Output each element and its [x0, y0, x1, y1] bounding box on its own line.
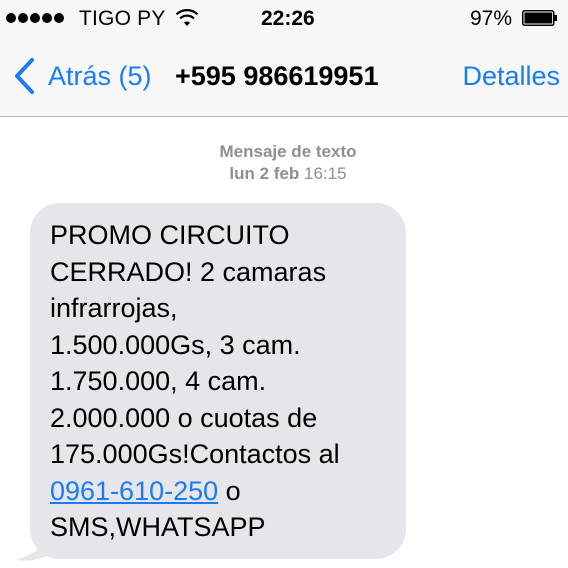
message-line: o: [218, 475, 241, 506]
message-date: lun 2 feb: [229, 164, 300, 183]
messages-screen: TIGO PY 22:26 97% Atrás (5) +595 9866199…: [0, 0, 568, 568]
message-type-label: Mensaje de texto: [219, 142, 357, 161]
message-line: 175.000Gs!Contactos al: [50, 439, 340, 469]
status-time: 22:26: [261, 7, 315, 30]
message-line: CERRADO! 2 camaras: [50, 256, 327, 287]
message-line: 2.000.000 o cuotas de: [50, 402, 318, 433]
message-timestamp: Mensaje de texto lun 2 feb 16:15: [0, 141, 568, 185]
back-label: Atrás (5): [48, 61, 152, 91]
carrier-name: TIGO PY: [79, 7, 166, 30]
message-line: 1.750.000, 4 cam.: [50, 366, 267, 396]
contact-title: +595 986619951: [175, 61, 379, 91]
battery-percent: 97%: [470, 7, 513, 30]
message-line: PROMO CIRCUITO: [50, 220, 290, 250]
message-bubble[interactable]: PROMO CIRCUITO CERRADO! 2 camaras infrar…: [30, 203, 406, 559]
wifi-icon: [175, 9, 199, 26]
message-time: 16:15: [304, 164, 347, 183]
navigation-bar: Atrás (5) +595 986619951 Detalles: [0, 36, 568, 117]
message-line: 1.500.000Gs, 3 cam.: [50, 329, 301, 360]
message-line: infrarrojas,: [50, 293, 178, 323]
message-text: PROMO CIRCUITO CERRADO! 2 camaras infrar…: [50, 217, 388, 546]
message-line: SMS,WHATSAPP: [50, 512, 266, 542]
battery-icon: [522, 10, 557, 26]
back-button[interactable]: Atrás (5): [12, 54, 152, 98]
phone-number-link[interactable]: 0961-610-250: [50, 476, 218, 506]
signal-dots-icon: [6, 13, 64, 23]
status-bar: TIGO PY 22:26 97%: [0, 0, 568, 36]
details-button[interactable]: Detalles: [462, 54, 560, 98]
chevron-left-icon: [15, 58, 34, 94]
